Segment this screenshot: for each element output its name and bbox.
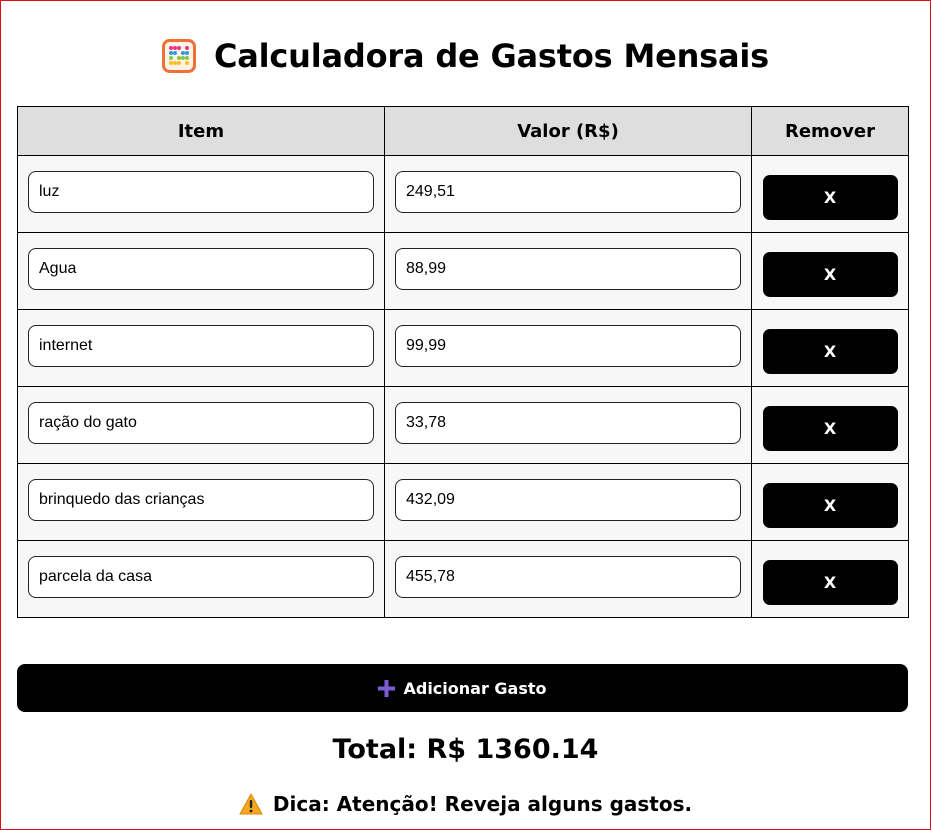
table-header-row: Item Valor (R$) Remover [17, 106, 909, 156]
item-name-input[interactable]: luz [28, 171, 374, 213]
item-value-input[interactable]: 249,51 [395, 171, 741, 213]
item-cell: luz [17, 155, 385, 233]
column-header-valor: Valor (R$) [384, 106, 752, 156]
total-amount: Total: R$ 1360.14 [332, 734, 599, 765]
tip-message: Dica: Atenção! Reveja alguns gastos. [1, 792, 930, 816]
valor-cell: 99,99 [384, 309, 752, 387]
item-name-input[interactable]: parcela da casa [28, 556, 374, 598]
abacus-icon [161, 39, 196, 73]
remove-button[interactable]: X [762, 405, 898, 451]
remove-cell: X [751, 540, 909, 618]
item-cell: internet [17, 309, 385, 387]
remove-button[interactable]: X [762, 559, 898, 605]
item-name-input[interactable]: internet [28, 325, 374, 367]
table-row: Agua 88,99 X [17, 232, 909, 310]
remove-button[interactable]: X [762, 174, 898, 220]
item-cell: Agua [17, 232, 385, 310]
add-expense-button[interactable]: Adicionar Gasto [17, 664, 908, 712]
item-name-input[interactable]: brinquedo das crianças [28, 479, 374, 521]
remove-button[interactable]: X [762, 482, 898, 528]
valor-cell: 455,78 [384, 540, 752, 618]
item-value-input[interactable]: 99,99 [395, 325, 741, 367]
item-name-input[interactable]: ração do gato [28, 402, 374, 444]
remove-button[interactable]: X [762, 328, 898, 374]
item-cell: brinquedo das crianças [17, 463, 385, 541]
item-value-input[interactable]: 88,99 [395, 248, 741, 290]
valor-cell: 249,51 [384, 155, 752, 233]
remove-cell: X [751, 463, 909, 541]
item-value-input[interactable]: 33,78 [395, 402, 741, 444]
app-window: Calculadora de Gastos Mensais Item Valor… [0, 0, 931, 830]
item-cell: ração do gato [17, 386, 385, 464]
tip-text: Dica: Atenção! Reveja alguns gastos. [272, 792, 693, 816]
item-value-input[interactable]: 455,78 [395, 556, 741, 598]
item-value-input[interactable]: 432,09 [395, 479, 741, 521]
valor-cell: 88,99 [384, 232, 752, 310]
remove-cell: X [751, 155, 909, 233]
column-header-remover: Remover [751, 106, 909, 156]
item-cell: parcela da casa [17, 540, 385, 618]
table-row: internet 99,99 X [17, 309, 909, 387]
warning-icon [239, 793, 263, 815]
remove-cell: X [751, 232, 909, 310]
page-title: Calculadora de Gastos Mensais [1, 37, 930, 75]
table-row: brinquedo das crianças 432,09 X [17, 463, 909, 541]
item-name-input[interactable]: Agua [28, 248, 374, 290]
remove-cell: X [751, 309, 909, 387]
add-expense-label: Adicionar Gasto [403, 678, 547, 698]
table-row: luz 249,51 X [17, 155, 909, 233]
plus-icon [378, 679, 396, 697]
valor-cell: 33,78 [384, 386, 752, 464]
remove-button[interactable]: X [762, 251, 898, 297]
valor-cell: 432,09 [384, 463, 752, 541]
column-header-item: Item [17, 106, 385, 156]
table-row: parcela da casa 455,78 X [17, 540, 909, 618]
remove-cell: X [751, 386, 909, 464]
page-title-text: Calculadora de Gastos Mensais [213, 37, 770, 75]
expenses-table: Item Valor (R$) Remover luz 249,51 X Agu… [17, 106, 909, 618]
table-row: ração do gato 33,78 X [17, 386, 909, 464]
